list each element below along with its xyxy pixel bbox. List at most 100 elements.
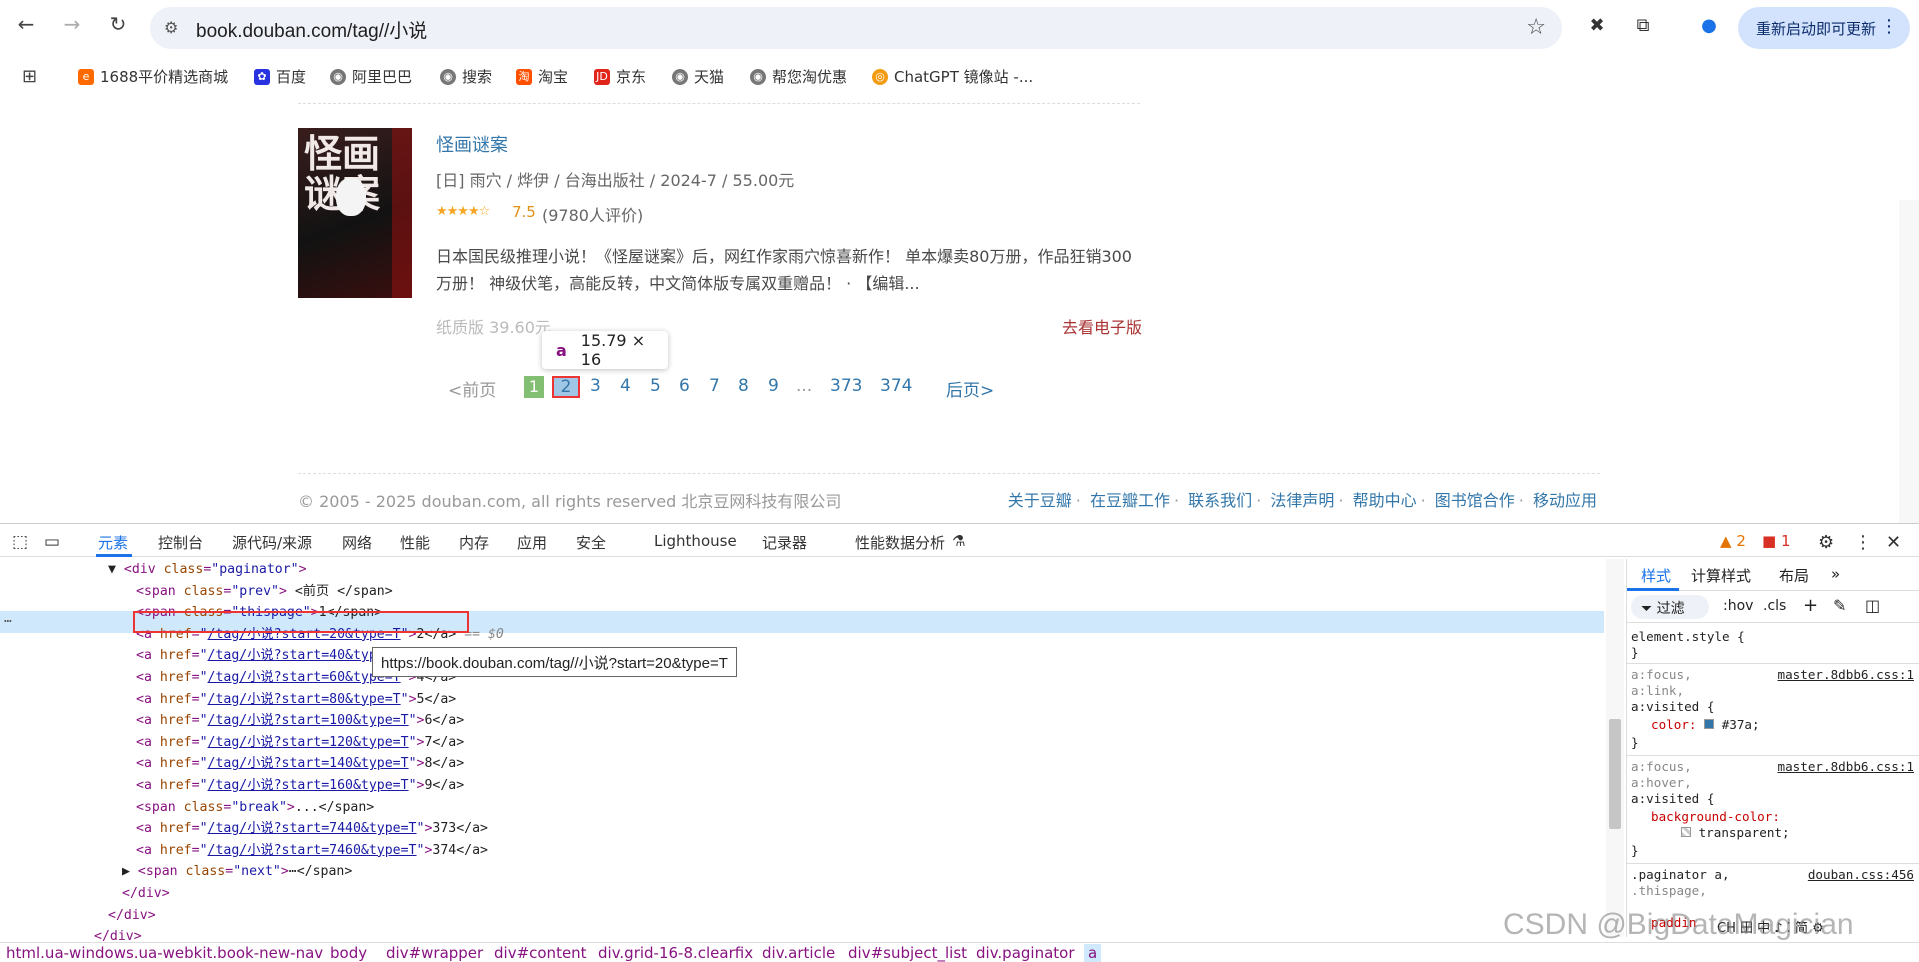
toggle-sidebar-icon[interactable]: ◫ [1865,596,1880,615]
dom-node-line[interactable]: <span class="prev"> <前页 </span> [136,581,393,602]
footer-link-about[interactable]: 关于豆瓣 [1008,491,1072,510]
url-text[interactable]: book.douban.com/tag//小说 [196,16,427,43]
extensions-puzzle-icon[interactable]: ⧉ [1630,12,1656,38]
dom-node-line[interactable]: <a href="/tag/小说?start=160&type=T">9</a> [136,775,464,796]
breadcrumb-content[interactable]: div#content [494,944,587,962]
dom-node-line[interactable]: <a href="/tag/小说?start=140&type=T">8</a> [136,753,464,774]
more-tabs-icon[interactable]: » [1831,565,1840,583]
tab-application[interactable]: 应用 [517,532,547,553]
close-devtools-icon[interactable]: ✕ [1886,532,1901,553]
paginator-next[interactable]: 后页> [946,376,994,401]
apps-grid-icon[interactable]: ⊞ [22,66,37,87]
back-arrow-icon[interactable]: ← [12,10,40,38]
tab-recorder[interactable]: 记录器 [762,532,807,553]
bookmark-jd[interactable]: JD 京东 [594,66,646,87]
tab-security[interactable]: 安全 [576,532,606,553]
tab-memory[interactable]: 内存 [459,532,489,553]
footer-link-help[interactable]: 帮助中心 [1353,491,1417,510]
paginator-page-374[interactable]: 374 [880,376,912,396]
transparent-swatch[interactable] [1681,827,1691,837]
filter-input[interactable]: ⏷ 过滤 [1631,595,1709,619]
dom-href-link[interactable]: /tag/小说?start=80&type=T [208,692,401,707]
paginator-page-7[interactable]: 7 [709,376,720,396]
tab-sources[interactable]: 源代码/来源 [232,532,312,553]
profile-avatar-icon[interactable]: ● [1696,12,1722,38]
bookmark-taobao[interactable]: 淘淘宝 [516,66,568,87]
dom-node-line[interactable]: <a href="/tag/小说?start=120&type=T">7</a> [136,732,464,753]
paginator-page-6[interactable]: 6 [679,376,690,396]
bookmark-alibaba[interactable]: ◉ 阿里巴巴 [330,66,412,87]
bookmark-tmall[interactable]: ◉ 天猫 [672,66,724,87]
tab-layout[interactable]: 布局 [1779,565,1809,586]
breadcrumb-body[interactable]: body [330,944,367,962]
dom-href-link[interactable]: /tag/小说?start=160&type=T [208,778,409,793]
tab-computed[interactable]: 计算样式 [1691,565,1751,586]
dom-href-link[interactable]: /tag/小说?start=7460&type=T [208,843,417,858]
css-prop-background-color[interactable]: background-color: [1651,809,1780,824]
reload-icon[interactable]: ↻ [104,10,132,38]
ebook-link[interactable]: 去看电子版 [1062,314,1142,338]
paginator-page-2[interactable]: 2 [552,376,580,398]
tab-elements[interactable]: 元素 [98,532,128,553]
tab-console[interactable]: 控制台 [158,532,203,553]
bookmark-star-icon[interactable]: ☆ [1526,15,1546,40]
footer-link-mobile[interactable]: 移动应用 [1533,491,1597,510]
row-options-icon[interactable]: ⋯ [4,611,12,632]
dom-node-line[interactable]: <a href="/tag/小说?start=7440&type=T">373<… [136,818,488,839]
tab-performance-insights[interactable]: 性能数据分析 [855,532,945,553]
stylesheet-link[interactable]: master.8dbb6.css:1 [1778,667,1914,682]
breadcrumb-html[interactable]: html.ua-windows.ua-webkit.book-new-nav [6,944,323,962]
cls-toggle[interactable]: .cls [1763,598,1786,614]
bookmark-search[interactable]: ◉ 搜索 [440,66,492,87]
dom-node-line[interactable]: ▶ <span class="next">⋯</span> [122,861,352,882]
stylesheet-link[interactable]: douban.css:456 [1808,867,1914,882]
element-style-rule[interactable]: element.style { [1631,629,1745,644]
site-settings-icon[interactable]: ⚙ [164,18,178,37]
breadcrumb-a[interactable]: a [1084,944,1102,962]
address-bar[interactable]: ⚙ book.douban.com/tag//小说 ☆ [150,7,1562,49]
inspect-element-icon[interactable]: ⬚ [12,532,28,552]
update-button[interactable]: 重新启动即可更新 ⋮ [1738,7,1910,49]
extension-x-icon[interactable]: ✖ [1584,12,1610,38]
footer-link-jobs[interactable]: 在豆瓣工作 [1090,491,1170,510]
dom-node-line[interactable]: </div> [108,905,156,926]
bookmark-baidu[interactable]: ✿ 百度 [254,66,306,87]
paginator-page-4[interactable]: 4 [620,376,631,396]
stylesheet-link[interactable]: master.8dbb6.css:1 [1778,759,1914,774]
warnings-counter[interactable]: ▲ 2 [1720,532,1746,550]
bookmark-chatgpt[interactable]: ◎ ChatGPT 镜像站 -... [872,66,1033,87]
color-swatch[interactable] [1704,719,1715,729]
breadcrumb-article[interactable]: div.article [762,944,835,962]
tab-styles[interactable]: 样式 [1641,565,1671,586]
hov-toggle[interactable]: :hov [1723,598,1753,614]
dom-scrollbar[interactable] [1606,559,1624,937]
paginator-page-3[interactable]: 3 [590,376,601,396]
breadcrumb-wrapper[interactable]: div#wrapper [386,944,483,962]
paint-brush-icon[interactable]: ✎ [1833,596,1846,615]
dom-node-line[interactable]: <span class="break">...</span> [136,797,374,818]
dom-node-line[interactable]: ▼ <div class="paginator"> [108,559,307,580]
css-prop-color[interactable]: color: [1651,717,1697,732]
breadcrumb-paginator[interactable]: div.paginator [976,944,1075,962]
footer-link-legal[interactable]: 法律声明 [1270,491,1334,510]
footer-link-contact[interactable]: 联系我们 [1188,491,1252,510]
device-toolbar-icon[interactable]: ▭ [44,532,60,552]
bookmark-taoyouhui[interactable]: ◉ 帮您淘优惠 [750,66,847,87]
dom-node-line[interactable]: </div> [122,883,170,904]
bookmark-1688[interactable]: e 1688平价精选商城 [78,66,228,87]
dom-node-line[interactable]: <a href="/tag/小说?start=7460&type=T">374<… [136,840,488,861]
dom-href-link[interactable]: /tag/小说?start=100&type=T [208,713,409,728]
paginator-page-8[interactable]: 8 [738,376,749,396]
tab-performance[interactable]: 性能 [400,532,430,553]
paginator-page-9[interactable]: 9 [768,376,779,396]
devtools-menu-icon[interactable]: ⋮ [1854,532,1872,553]
tab-lighthouse[interactable]: Lighthouse [654,532,737,550]
paginator-page-373[interactable]: 373 [830,376,862,396]
settings-gear-icon[interactable]: ⚙ [1818,532,1834,553]
scrollbar-thumb[interactable] [1609,719,1621,829]
book-title-link[interactable]: 怪画谜案 [436,131,508,157]
add-rule-icon[interactable]: + [1803,595,1818,616]
dom-href-link[interactable]: /tag/小说?start=140&type=T [208,756,409,771]
forward-arrow-icon[interactable]: → [58,10,86,38]
menu-dots-icon[interactable]: ⋮ [1880,16,1898,37]
